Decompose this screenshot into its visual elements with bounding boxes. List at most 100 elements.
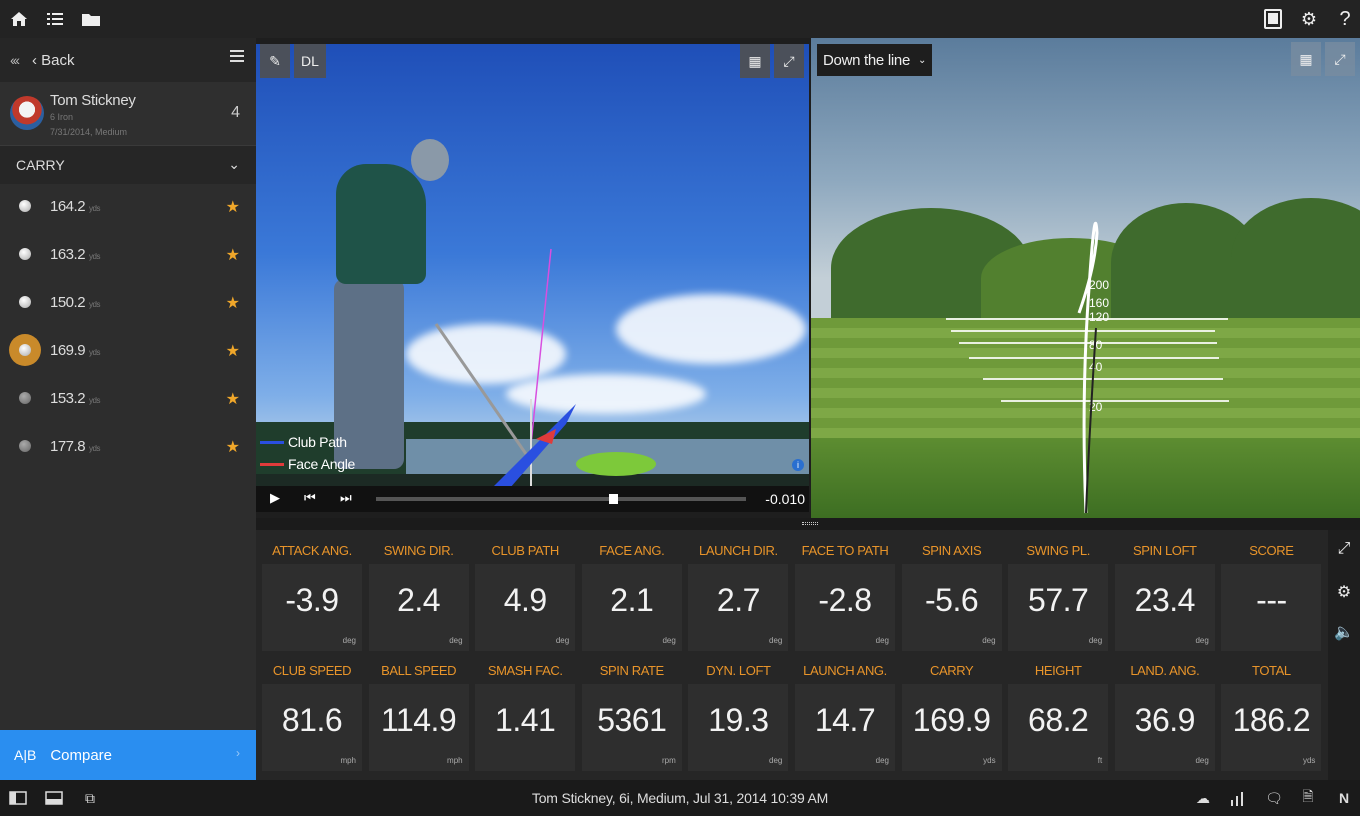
metric-tile[interactable]: DYN. LOFT 19.3 deg: [688, 658, 789, 771]
gear-icon[interactable]: ⚙: [1298, 8, 1320, 30]
metric-tile[interactable]: HEIGHT 68.2 ft: [1008, 658, 1109, 771]
pencil-draw-icon[interactable]: ✎: [260, 44, 290, 78]
metric-unit: deg: [1088, 636, 1103, 645]
metric-value: -5.6: [925, 582, 979, 618]
metric-tile[interactable]: SPIN AXIS -5.6 deg: [901, 538, 1002, 651]
back-button[interactable]: ‹ Back: [32, 52, 75, 69]
document-icon[interactable]: 🗎: [1298, 788, 1318, 807]
shot-list-item[interactable]: 150.2 yds ★: [0, 280, 256, 328]
metric-tile[interactable]: SCORE ---: [1221, 538, 1322, 651]
help-icon[interactable]: ?: [1334, 8, 1356, 30]
metric-unit: yds: [983, 756, 996, 765]
dl-view-button[interactable]: DL: [294, 44, 326, 78]
metric-tile[interactable]: LAUNCH DIR. 2.7 deg: [688, 538, 789, 651]
gear-icon[interactable]: ⚙: [1334, 582, 1354, 602]
metric-tile[interactable]: CLUB PATH 4.9 deg: [475, 538, 576, 651]
metric-value: 2.1: [610, 582, 654, 618]
player-card[interactable]: Tom Stickney 6 Iron 7/31/2014, Medium 4: [0, 82, 256, 146]
play-icon[interactable]: ▶: [270, 490, 280, 506]
bottom-panel-toggle-icon[interactable]: [44, 789, 64, 807]
compare-button[interactable]: A|B Compare ›: [0, 730, 256, 780]
metric-unit: deg: [1195, 636, 1209, 645]
sidebar-toggle-icon[interactable]: [8, 789, 28, 807]
list-icon[interactable]: [44, 8, 66, 30]
cloud-upload-icon[interactable]: ☁: [1192, 789, 1214, 807]
avatar: [10, 96, 44, 130]
sort-label: CARRY: [16, 157, 65, 173]
trajectory-3d-view[interactable]: 200 160 120 80 40 20 Down the line ⌄ ▦ ⤢: [811, 38, 1360, 518]
metric-tile[interactable]: CLUB SPEED 81.6 mph: [262, 658, 362, 771]
metric-tile[interactable]: LAND. ANG. 36.9 deg: [1114, 658, 1215, 771]
comment-icon[interactable]: 🗨: [1264, 789, 1284, 807]
metric-tile[interactable]: BALL SPEED 114.9 mph: [368, 658, 469, 771]
shot-carry-value: 169.9: [50, 342, 86, 359]
top-toolbar: ⚙ ?: [0, 0, 1360, 38]
shot-carry-value: 177.8: [50, 438, 86, 455]
swing-video-panel[interactable]: ✎ DL ▦ ⤢ Club Path Face Angle i ▶ ⏮ ⏭ -0.…: [256, 44, 809, 512]
ball-trajectory: [1077, 221, 1099, 514]
shot-list-item[interactable]: 169.9 yds ★: [0, 328, 256, 376]
metric-unit: deg: [555, 636, 570, 645]
book-icon[interactable]: [1262, 8, 1284, 30]
star-icon[interactable]: ★: [226, 341, 240, 361]
star-icon[interactable]: ★: [226, 293, 240, 313]
skip-back-icon[interactable]: ⏮: [304, 490, 316, 506]
metrics-grid: ATTACK ANG. -3.9 deg SWING DIR. 2.4 deg CLUB P…: [256, 530, 1328, 780]
shot-carry: 177.8 yds: [50, 438, 100, 455]
panel-resize-handle[interactable]: [256, 518, 1360, 530]
metric-value: 2.4: [397, 582, 441, 618]
metric-tile[interactable]: SMASH FAC. 1.41: [475, 658, 576, 771]
video-scrubber[interactable]: [376, 494, 746, 504]
fullscreen-icon[interactable]: ⤢: [1334, 540, 1354, 560]
skip-forward-icon[interactable]: ⏭: [340, 490, 352, 506]
grid-layout-icon[interactable]: ▦: [1291, 42, 1321, 76]
star-icon[interactable]: ★: [226, 389, 240, 409]
video-time: -0.010: [765, 491, 805, 507]
shot-list-item[interactable]: 163.2 yds ★: [0, 232, 256, 280]
metric-value: 4.9: [503, 582, 547, 618]
shot-list-item[interactable]: 177.8 yds ★: [0, 424, 256, 472]
overlay-toggle-icon[interactable]: ⧉: [80, 789, 100, 807]
n-indicator[interactable]: N: [1334, 789, 1354, 807]
star-icon[interactable]: ★: [226, 437, 240, 457]
metric-tile[interactable]: SPIN RATE 5361 rpm: [581, 658, 682, 771]
legend-swatch: [260, 440, 284, 444]
metric-value: 81.6: [281, 702, 343, 738]
shot-carry-unit: yds: [89, 300, 100, 309]
fullscreen-icon[interactable]: ⤢: [1325, 42, 1355, 76]
star-icon[interactable]: ★: [226, 245, 240, 265]
metric-tile[interactable]: LAUNCH ANG. 14.7 deg: [795, 658, 895, 771]
speaker-icon[interactable]: 🔈: [1334, 622, 1354, 642]
metric-tile[interactable]: FACE ANG. 2.1 deg: [581, 538, 682, 651]
metric-tile[interactable]: SWING DIR. 2.4 deg: [368, 538, 469, 651]
metric-tile[interactable]: ATTACK ANG. -3.9 deg: [262, 538, 362, 651]
status-bar: Tom Stickney, 6i, Medium, Jul 31, 2014 1…: [0, 780, 1360, 816]
collapse-sidebar-icon[interactable]: ‹‹‹: [10, 52, 20, 68]
metric-tile[interactable]: SPIN LOFT 23.4 deg: [1114, 538, 1215, 651]
sort-dropdown[interactable]: CARRY ⌄: [0, 146, 256, 184]
camera-view-select[interactable]: Down the line ⌄: [817, 44, 933, 76]
folder-icon[interactable]: [80, 8, 102, 30]
legend-item: Club Path: [260, 434, 347, 450]
ball-pile: [576, 452, 656, 476]
scrubber-handle[interactable]: [609, 494, 619, 504]
metric-tile[interactable]: TOTAL 186.2 yds: [1221, 658, 1322, 771]
metric-tile[interactable]: CARRY 169.9 yds: [901, 658, 1002, 771]
chart-icon[interactable]: [1228, 789, 1248, 807]
home-icon[interactable]: [8, 8, 30, 30]
metric-tile[interactable]: FACE TO PATH -2.8 deg: [795, 538, 895, 651]
shot-carry: 163.2 yds: [50, 246, 100, 263]
metric-unit: deg: [1195, 756, 1209, 765]
shot-list-item[interactable]: 153.2 yds ★: [0, 376, 256, 424]
metric-label: LAND. ANG.: [1114, 658, 1215, 684]
shot-list-item[interactable]: 164.2 yds ★: [0, 184, 256, 232]
grid-layout-icon[interactable]: ▦: [740, 44, 770, 78]
metric-label: SCORE: [1221, 538, 1322, 564]
metric-value: 2.7: [716, 582, 760, 618]
metric-tile[interactable]: SWING PL. 57.7 deg: [1008, 538, 1109, 651]
info-icon[interactable]: i: [792, 459, 804, 471]
golf-ball-icon: [19, 344, 31, 356]
hamburger-menu-icon[interactable]: [230, 50, 244, 64]
star-icon[interactable]: ★: [226, 197, 240, 217]
fullscreen-icon[interactable]: ⤢: [774, 44, 804, 78]
